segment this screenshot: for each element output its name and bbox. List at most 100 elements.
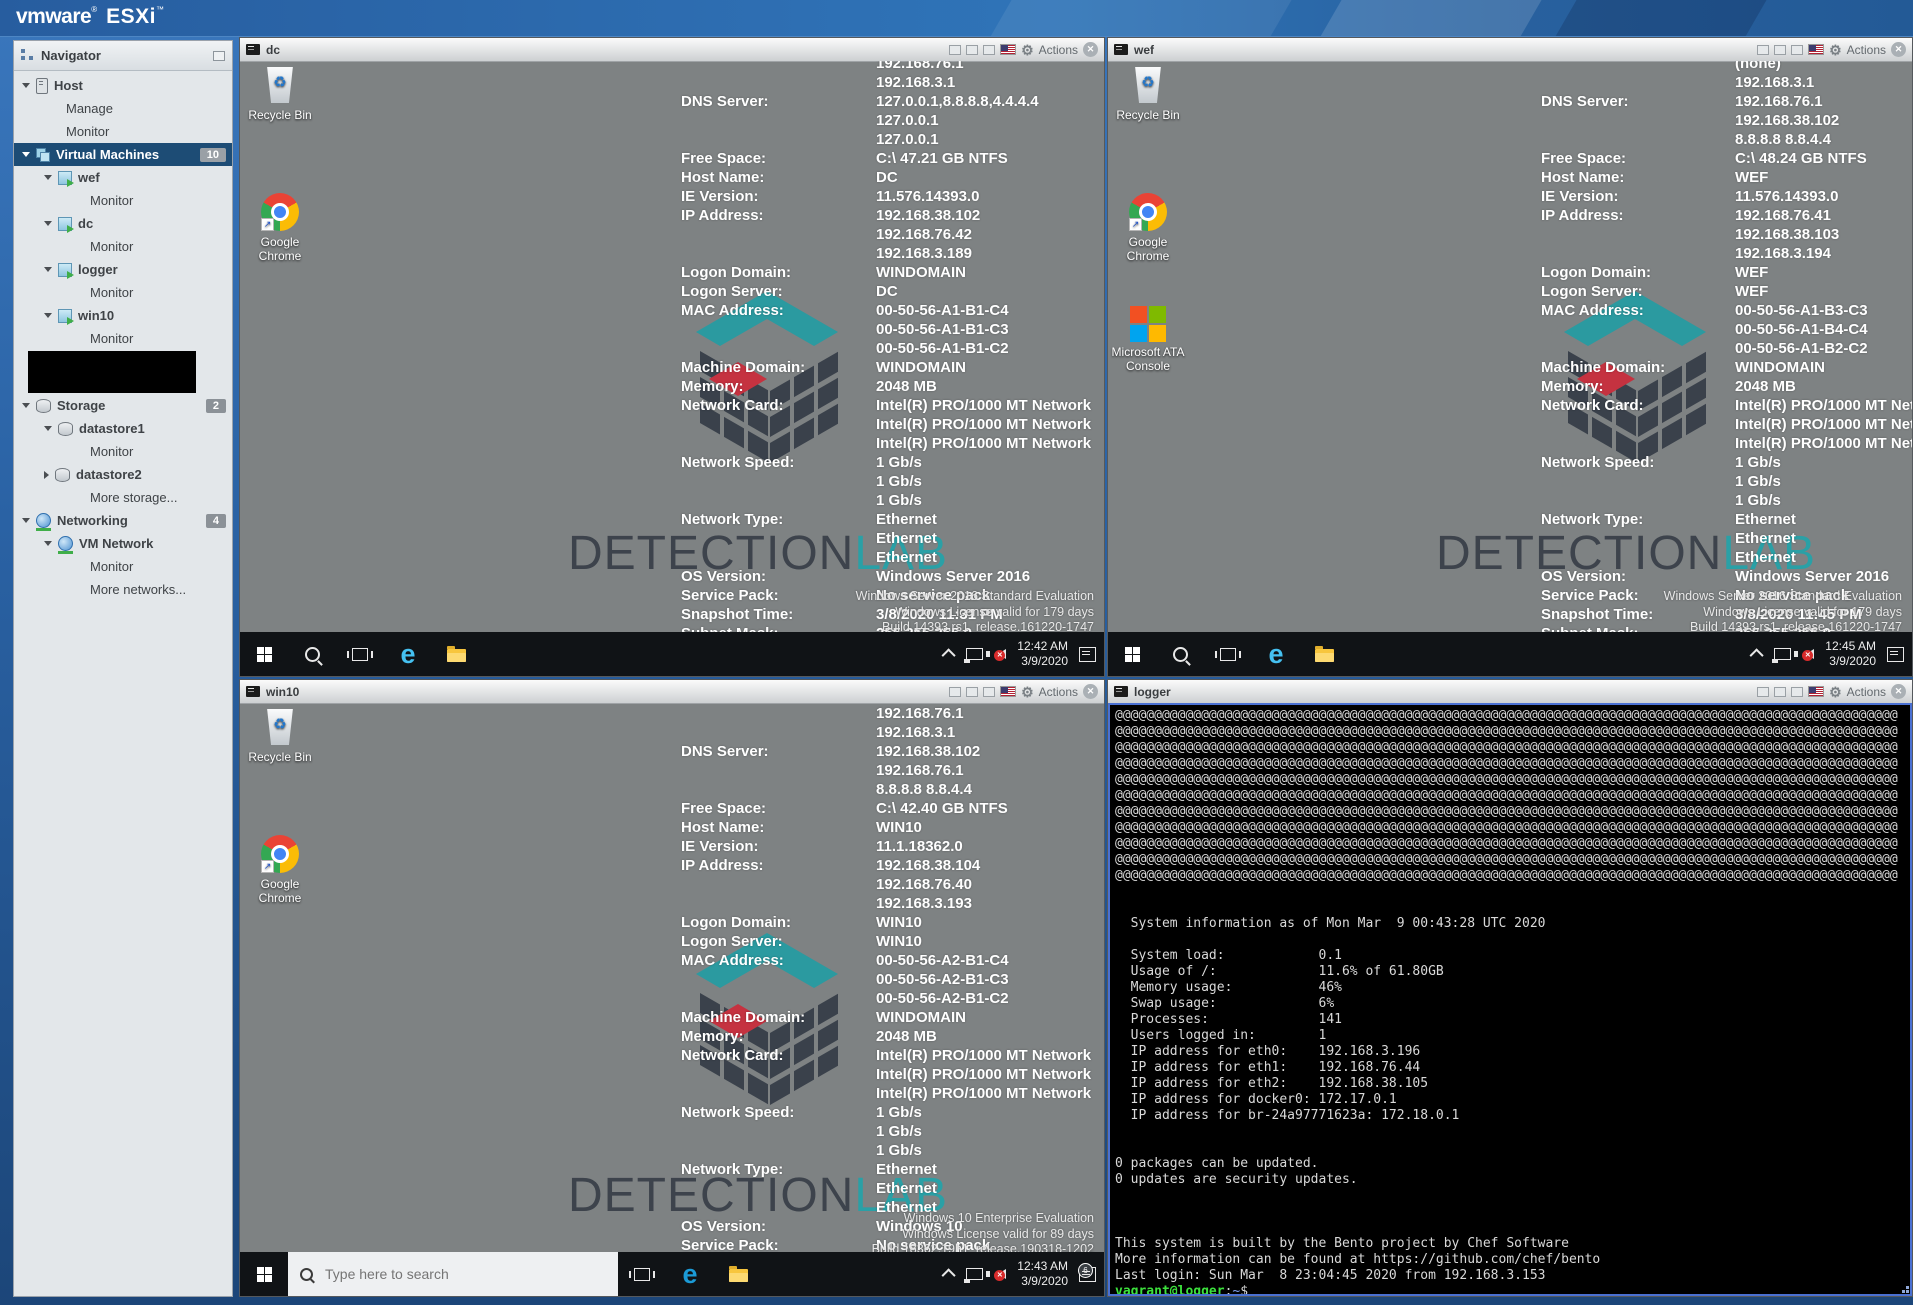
sidebar-item-monitor[interactable]: Monitor: [14, 327, 232, 350]
window-size-icon[interactable]: [949, 45, 961, 55]
start-button[interactable]: [1108, 632, 1156, 676]
sidebar-item-monitor[interactable]: Monitor: [14, 235, 232, 258]
sidebar-item-monitor[interactable]: Monitor: [14, 440, 232, 463]
sidebar-item-monitor[interactable]: Monitor: [14, 281, 232, 304]
vm-desktop-win10[interactable]: DETECTIONLAB Recycle Bin↗Google Chrome 1…: [240, 703, 1104, 1252]
desktop-icon-recycle-bin[interactable]: Recycle Bin: [240, 707, 320, 764]
start-button[interactable]: [240, 1252, 288, 1296]
gear-icon[interactable]: ⚙: [1021, 685, 1034, 699]
caret-right-icon[interactable]: [44, 471, 49, 479]
desktop-icon-google-chrome[interactable]: ↗Google Chrome: [1108, 192, 1188, 263]
internet-explorer-button[interactable]: e: [384, 632, 432, 676]
desktop-icon-google-chrome[interactable]: ↗Google Chrome: [240, 834, 320, 905]
sidebar-item-datastore1[interactable]: datastore1: [14, 417, 232, 440]
file-explorer-button[interactable]: [432, 632, 480, 676]
keyboard-flag-icon[interactable]: [1000, 44, 1016, 55]
window-titlebar-logger[interactable]: logger ⚙ Actions ✕: [1108, 680, 1912, 704]
window-size-icon[interactable]: [983, 45, 995, 55]
sidebar-item-monitor[interactable]: Monitor: [14, 120, 232, 143]
gear-icon[interactable]: ⚙: [1829, 43, 1842, 57]
volume-muted-icon[interactable]: ✕: [998, 1269, 1006, 1279]
logger-terminal[interactable]: @@@@@@@@@@@@@@@@@@@@@@@@@@@@@@@@@@@@@@@@…: [1108, 703, 1912, 1296]
window-size-icon[interactable]: [983, 687, 995, 697]
close-icon[interactable]: ✕: [1891, 684, 1906, 699]
caret-down-icon[interactable]: [22, 518, 30, 523]
close-icon[interactable]: ✕: [1083, 42, 1098, 57]
window-size-icon[interactable]: [1774, 687, 1786, 697]
caret-down-icon[interactable]: [44, 175, 52, 180]
vm-desktop-wef[interactable]: DETECTIONLAB Recycle Bin↗Google ChromeMi…: [1108, 61, 1912, 632]
desktop-icon-ms-ata[interactable]: Microsoft ATA Console: [1108, 304, 1188, 373]
desktop-icon-recycle-bin[interactable]: Recycle Bin: [1108, 65, 1188, 122]
caret-down-icon[interactable]: [22, 83, 30, 88]
sidebar-item-dc[interactable]: dc: [14, 212, 232, 235]
keyboard-flag-icon[interactable]: [1000, 686, 1016, 697]
tray-chevron-icon[interactable]: [942, 1268, 956, 1282]
caret-down-icon[interactable]: [44, 313, 52, 318]
window-titlebar-win10[interactable]: win10 ⚙ Actions ✕: [240, 680, 1104, 704]
volume-muted-icon[interactable]: ✕: [998, 649, 1006, 659]
task-view-button[interactable]: [336, 632, 384, 676]
sidebar-item-logger[interactable]: logger: [14, 258, 232, 281]
file-explorer-button[interactable]: [714, 1252, 762, 1296]
sidebar-item-more-networks[interactable]: More networks...: [14, 578, 232, 601]
sidebar-item-virtual-machines[interactable]: Virtual Machines10: [14, 143, 232, 166]
sidebar-item-manage[interactable]: Manage: [14, 97, 232, 120]
edge-button[interactable]: e: [666, 1252, 714, 1296]
taskbar-clock[interactable]: 12:43 AM3/9/2020: [1017, 1259, 1068, 1289]
actions-button[interactable]: Actions: [1039, 685, 1078, 699]
window-size-icon[interactable]: [1774, 45, 1786, 55]
sidebar-item-networking[interactable]: Networking4: [14, 509, 232, 532]
window-size-icon[interactable]: [1757, 45, 1769, 55]
window-size-icon[interactable]: [966, 45, 978, 55]
close-icon[interactable]: ✕: [1891, 42, 1906, 57]
keyboard-flag-icon[interactable]: [1808, 44, 1824, 55]
tray-chevron-icon[interactable]: [942, 648, 956, 662]
desktop-icon-recycle-bin[interactable]: Recycle Bin: [240, 65, 320, 122]
task-view-button[interactable]: [618, 1252, 666, 1296]
caret-down-icon[interactable]: [44, 267, 52, 272]
caret-down-icon[interactable]: [44, 426, 52, 431]
network-tray-icon[interactable]: [966, 648, 983, 660]
window-titlebar-wef[interactable]: wef ⚙ Actions ✕: [1108, 38, 1912, 62]
close-icon[interactable]: ✕: [1083, 684, 1098, 699]
window-size-icon[interactable]: [949, 687, 961, 697]
tray-chevron-icon[interactable]: [1750, 648, 1764, 662]
sidebar-item-more-storage[interactable]: More storage...: [14, 486, 232, 509]
caret-down-icon[interactable]: [44, 541, 52, 546]
sidebar-item-win10[interactable]: win10: [14, 304, 232, 327]
sidebar-item-monitor[interactable]: Monitor: [14, 555, 232, 578]
taskbar-clock[interactable]: 12:45 AM3/9/2020: [1825, 639, 1876, 669]
sidebar-item-monitor[interactable]: Monitor: [14, 189, 232, 212]
panel-pin-icon[interactable]: [213, 51, 225, 61]
search-input[interactable]: [323, 1265, 567, 1283]
caret-down-icon[interactable]: [22, 152, 30, 157]
actions-button[interactable]: Actions: [1847, 43, 1886, 57]
actions-button[interactable]: Actions: [1039, 43, 1078, 57]
actions-button[interactable]: Actions: [1847, 685, 1886, 699]
sidebar-item-storage[interactable]: Storage2: [14, 394, 232, 417]
sidebar-item-datastore2[interactable]: datastore2: [14, 463, 232, 486]
sidebar-item-vm-network[interactable]: VM Network: [14, 532, 232, 555]
task-view-button[interactable]: [1204, 632, 1252, 676]
network-tray-icon[interactable]: [966, 1268, 983, 1280]
action-center-icon[interactable]: 6: [1079, 1267, 1096, 1282]
volume-muted-icon[interactable]: ✕: [1806, 649, 1814, 659]
gear-icon[interactable]: ⚙: [1829, 685, 1842, 699]
caret-down-icon[interactable]: [44, 221, 52, 226]
gear-icon[interactable]: ⚙: [1021, 43, 1034, 57]
window-size-icon[interactable]: [1791, 45, 1803, 55]
network-tray-icon[interactable]: [1774, 648, 1791, 660]
internet-explorer-button[interactable]: e: [1252, 632, 1300, 676]
taskbar-search-box[interactable]: [288, 1252, 618, 1296]
resize-grip[interactable]: [1899, 1283, 1909, 1293]
search-button[interactable]: [288, 632, 336, 676]
action-center-icon[interactable]: [1887, 647, 1904, 662]
window-size-icon[interactable]: [1757, 687, 1769, 697]
window-size-icon[interactable]: [1791, 687, 1803, 697]
sidebar-item-host[interactable]: Host: [14, 74, 232, 97]
start-button[interactable]: [240, 632, 288, 676]
desktop-icon-google-chrome[interactable]: ↗Google Chrome: [240, 192, 320, 263]
vm-desktop-dc[interactable]: DETECTIONLAB Recycle Bin↗Google Chrome 1…: [240, 61, 1104, 632]
search-button[interactable]: [1156, 632, 1204, 676]
